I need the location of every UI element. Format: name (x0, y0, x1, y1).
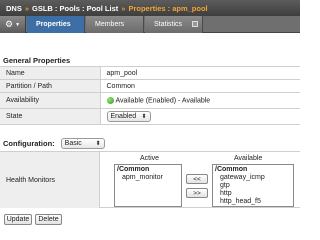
table-row: Availability Available (Enabled) - Avail… (0, 92, 300, 109)
breadcrumb-dns[interactable]: DNS (6, 4, 22, 13)
available-monitors-list[interactable]: /Common gateway_icmp gtp http http_head_… (212, 164, 294, 207)
move-left-button[interactable]: << (186, 174, 208, 184)
list-item[interactable]: apm_monitor (117, 174, 179, 182)
state-select[interactable]: Enabled ⬍ (106, 111, 151, 122)
tab-statistics[interactable]: Statistics (145, 16, 203, 33)
availability-value: Available (Enabled) - Available (115, 97, 211, 105)
gear-icon: ⚙ (4, 19, 14, 29)
tab-properties-label: Properties (36, 21, 71, 28)
status-available-icon (106, 96, 114, 104)
table-row: State Enabled ⬍ (0, 108, 300, 125)
breadcrumb-separator: » (24, 3, 30, 13)
chevron-down-icon: ▼ (15, 21, 21, 28)
partition-label: Partition / Path (0, 79, 101, 93)
state-select-value: Enabled (110, 113, 137, 120)
configuration-row: Configuration: Basic ⬍ (0, 137, 300, 150)
move-right-button[interactable]: >> (186, 188, 208, 198)
table-row: Partition / Path Common (0, 79, 300, 93)
state-label: State (0, 108, 101, 125)
list-item[interactable]: http (215, 190, 291, 198)
available-heading: Available (234, 155, 263, 162)
tab-members-label: Members (95, 21, 125, 28)
update-button[interactable]: Update (4, 214, 32, 225)
active-heading: Active (140, 155, 160, 162)
tab-statistics-label: Statistics (154, 21, 183, 28)
list-item[interactable]: gtp (215, 182, 291, 190)
tab-members[interactable]: Members (86, 16, 144, 33)
configuration-select-value: Basic (64, 140, 82, 147)
active-monitors-list[interactable]: /Common apm_monitor (114, 164, 182, 207)
list-item[interactable]: http_head_f5 (215, 198, 291, 206)
name-value: apm_pool (100, 66, 300, 80)
list-group: /Common (117, 166, 150, 173)
configuration-select[interactable]: Basic ⬍ (60, 138, 105, 149)
popout-icon (192, 21, 198, 27)
select-arrows-icon: ⬍ (95, 141, 101, 147)
breadcrumb-separator: » (121, 3, 126, 13)
name-label: Name (0, 66, 101, 80)
delete-button[interactable]: Delete (35, 214, 62, 225)
availability-cell: Available (Enabled) - Available (100, 92, 300, 109)
tab-properties[interactable]: Properties (27, 16, 85, 33)
gear-menu-button[interactable]: ⚙ ▼ (0, 16, 26, 33)
breadcrumb: DNS » GSLB : Pools : Pool List » Propert… (0, 0, 300, 16)
state-cell: Enabled ⬍ (100, 108, 300, 125)
list-item[interactable]: gateway_icmp (215, 174, 291, 182)
table-row: Name apm_pool (0, 66, 300, 80)
general-properties-table: Name apm_pool Partition / Path Common Av… (0, 66, 300, 125)
breadcrumb-current: Properties : apm_pool (128, 3, 208, 13)
health-monitors-label: Health Monitors (0, 152, 100, 208)
configuration-label: Configuration: (3, 139, 55, 148)
health-monitors-section: Health Monitors Active /Common apm_monit… (0, 151, 300, 208)
list-group: /Common (215, 166, 248, 173)
breadcrumb-pool-list[interactable]: GSLB : Pools : Pool List (32, 4, 118, 13)
tab-bar: ⚙ ▼ Properties Members Statistics (0, 16, 300, 33)
availability-label: Availability (0, 92, 101, 109)
partition-value: Common (100, 79, 300, 93)
general-properties-title: General Properties (3, 56, 71, 65)
select-arrows-icon: ⬍ (141, 114, 147, 120)
